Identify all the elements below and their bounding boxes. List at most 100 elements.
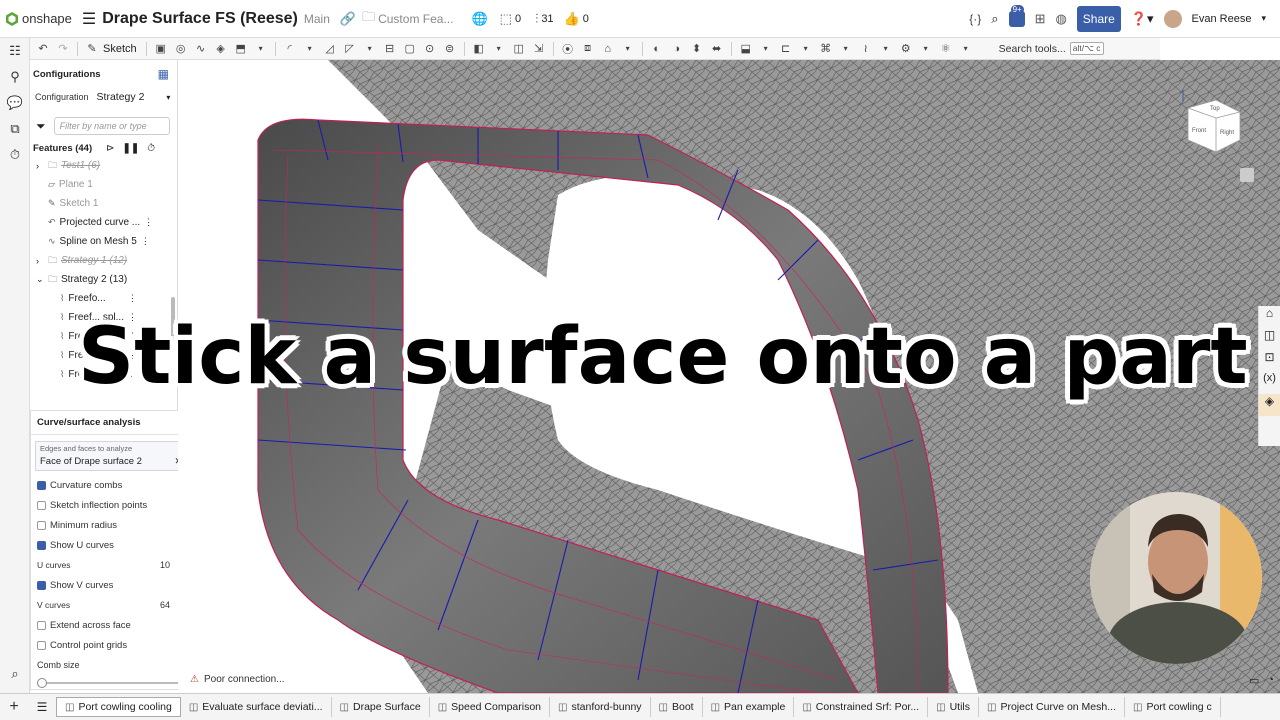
- add-tab-icon[interactable]: +: [0, 698, 28, 716]
- branch-label[interactable]: Main: [304, 12, 330, 26]
- mass-properties-icon[interactable]: ◫: [1259, 328, 1280, 350]
- configuration-table-icon[interactable]: ▦: [158, 67, 169, 81]
- feature-item[interactable]: ⌄ 🗀 Strategy 2 (13): [30, 270, 177, 289]
- comments-icon[interactable]: 💬: [0, 90, 30, 116]
- dropdown-chevron-icon[interactable]: ▾: [917, 41, 935, 57]
- view-tools-icon[interactable]: ⌕: [0, 661, 30, 687]
- analysis-option[interactable]: Sketch inflection points: [31, 495, 192, 515]
- history-icon[interactable]: ⏱: [0, 142, 30, 168]
- user-name[interactable]: Evan Reese: [1192, 13, 1252, 25]
- document-tab[interactable]: ◫ Project Curve on Mesh...: [979, 697, 1125, 717]
- boolean-icon[interactable]: ◧: [470, 41, 488, 57]
- display-mode-icon[interactable]: ▭: [1249, 674, 1259, 687]
- app-store-icon[interactable]: ◍: [1055, 11, 1066, 27]
- expand-chevron-icon[interactable]: ⌄: [36, 274, 44, 285]
- globe-icon[interactable]: 🌐: [471, 11, 487, 27]
- u-curves-input[interactable]: 10: [160, 560, 170, 570]
- feature-item[interactable]: ↶ Projected curve ... ⋮: [30, 213, 177, 232]
- sketch-pencil-icon[interactable]: ✎: [83, 41, 101, 57]
- apps-icon[interactable]: ⊞: [1035, 11, 1046, 27]
- shell-icon[interactable]: ▢: [401, 41, 419, 57]
- variables-rail-icon[interactable]: ⚲: [0, 64, 30, 90]
- feature-item[interactable]: ▱ Plane 1: [30, 175, 177, 194]
- avatar[interactable]: [1163, 9, 1182, 28]
- analysis-option[interactable]: Show U curves: [31, 535, 192, 555]
- dropdown-chevron-icon[interactable]: ▾: [757, 41, 775, 57]
- feature-tools-icon[interactable]: ⚛: [937, 41, 955, 57]
- view-options-icon[interactable]: [1240, 168, 1254, 182]
- feature-item[interactable]: › 🗀 Strategy 1 (12): [30, 251, 177, 270]
- delete-part-icon[interactable]: ◑: [668, 41, 686, 57]
- share-button[interactable]: Share: [1076, 5, 1121, 32]
- analysis-option[interactable]: Control point grids: [31, 635, 192, 655]
- loft-icon[interactable]: ◈: [212, 41, 230, 57]
- folder-label[interactable]: Custom Fea...: [378, 12, 453, 26]
- mirror-icon[interactable]: ⧈: [579, 41, 597, 57]
- function-icon[interactable]: (x): [1259, 372, 1280, 394]
- dropdown-chevron-icon[interactable]: ▾: [361, 41, 379, 57]
- sweep-icon[interactable]: ∿: [192, 41, 210, 57]
- redo-icon[interactable]: ↷: [54, 41, 72, 57]
- rollback-pause-icon[interactable]: ❚❚: [123, 143, 140, 154]
- analysis-side-icon[interactable]: ◈: [1259, 394, 1280, 416]
- checkbox-checked[interactable]: [37, 580, 46, 590]
- variables-icon[interactable]: {·}: [969, 12, 981, 26]
- checkbox[interactable]: [37, 620, 46, 630]
- draft-icon[interactable]: ◸: [341, 41, 359, 57]
- thicken-icon[interactable]: ⬒: [232, 41, 250, 57]
- checkbox[interactable]: [37, 520, 46, 530]
- filter-icon[interactable]: ⏷: [36, 119, 46, 134]
- feature-item[interactable]: ✎ Sketch 1: [30, 194, 177, 213]
- filter-input[interactable]: Filter by name or type: [53, 117, 170, 135]
- document-title[interactable]: Drape Surface FS (Reese): [102, 10, 298, 28]
- comb-size-slider[interactable]: [37, 677, 184, 689]
- document-tab[interactable]: ◫ stanford-bunny: [550, 697, 651, 717]
- feature-item[interactable]: › 🗀 Test1 (6): [30, 156, 177, 175]
- fillet-icon[interactable]: ◜: [281, 41, 299, 57]
- analysis-option[interactable]: Minimum radius: [31, 515, 192, 535]
- slider-thumb[interactable]: [37, 678, 47, 688]
- add-folder-icon[interactable]: ⊳: [106, 143, 114, 154]
- tab-manager-icon[interactable]: ☰: [28, 700, 56, 714]
- document-tab[interactable]: ◫ Evaluate surface deviati...: [181, 697, 332, 717]
- replace-face-icon[interactable]: ⬌: [708, 41, 726, 57]
- user-menu-chevron-icon[interactable]: ▾: [1261, 13, 1266, 24]
- custom-feature-icon[interactable]: ⚙: [897, 41, 915, 57]
- document-tab[interactable]: ◫ Drape Surface: [332, 697, 430, 717]
- configuration-select[interactable]: Strategy 2: [97, 91, 145, 103]
- dropdown-chevron-icon[interactable]: ▾: [490, 41, 508, 57]
- curve-icon[interactable]: ≀: [857, 41, 875, 57]
- feature-item[interactable]: ∿ Spline on Mesh 5 ⋮: [30, 232, 177, 251]
- checkbox-checked[interactable]: [37, 480, 46, 490]
- render-mode-icon[interactable]: ◔: [1267, 674, 1274, 687]
- dropdown-chevron-icon[interactable]: ▾: [301, 41, 319, 57]
- document-tab[interactable]: ◫ Port cowling c: [1125, 697, 1221, 717]
- hole-icon[interactable]: ⊙: [421, 41, 439, 57]
- document-tab[interactable]: ◫ Speed Comparison: [430, 697, 551, 717]
- measure-icon[interactable]: ⊡: [1259, 350, 1280, 372]
- move-face-icon[interactable]: ⬍: [688, 41, 706, 57]
- rebuild-timer-icon[interactable]: ⏱: [147, 143, 155, 154]
- sheet-metal-icon[interactable]: ⬓: [737, 41, 755, 57]
- search-icon[interactable]: ⌕: [991, 11, 998, 27]
- dropdown-chevron-icon[interactable]: ▾: [877, 41, 895, 57]
- surface-icon[interactable]: ⌘: [817, 41, 835, 57]
- analysis-option[interactable]: Extend across face: [31, 615, 192, 635]
- hamburger-menu-icon[interactable]: ☰: [82, 9, 96, 29]
- search-tools-input[interactable]: Search tools... alt/⌥ c: [999, 42, 1104, 55]
- like-icon[interactable]: 👍: [564, 11, 580, 27]
- dropdown-chevron-icon[interactable]: ▾: [252, 41, 270, 57]
- document-tab[interactable]: ◫ Pan example: [703, 697, 795, 717]
- help-icon[interactable]: ❓▾: [1131, 11, 1154, 27]
- transform-icon[interactable]: ⇲: [530, 41, 548, 57]
- document-tab[interactable]: ◫ Constrained Srf: Por...: [794, 697, 929, 717]
- feature-list-icon[interactable]: ☷: [0, 38, 30, 64]
- expand-chevron-icon[interactable]: ›: [36, 161, 44, 171]
- sketch-button[interactable]: Sketch: [103, 43, 137, 55]
- revolve-icon[interactable]: ◎: [172, 41, 190, 57]
- pattern-icon[interactable]: ⦿: [559, 41, 577, 57]
- chamfer-icon[interactable]: ◿: [321, 41, 339, 57]
- dropdown-chevron-icon[interactable]: ▾: [797, 41, 815, 57]
- undo-icon[interactable]: ↶: [34, 41, 52, 57]
- versions-icon[interactable]: ⬚: [500, 11, 512, 27]
